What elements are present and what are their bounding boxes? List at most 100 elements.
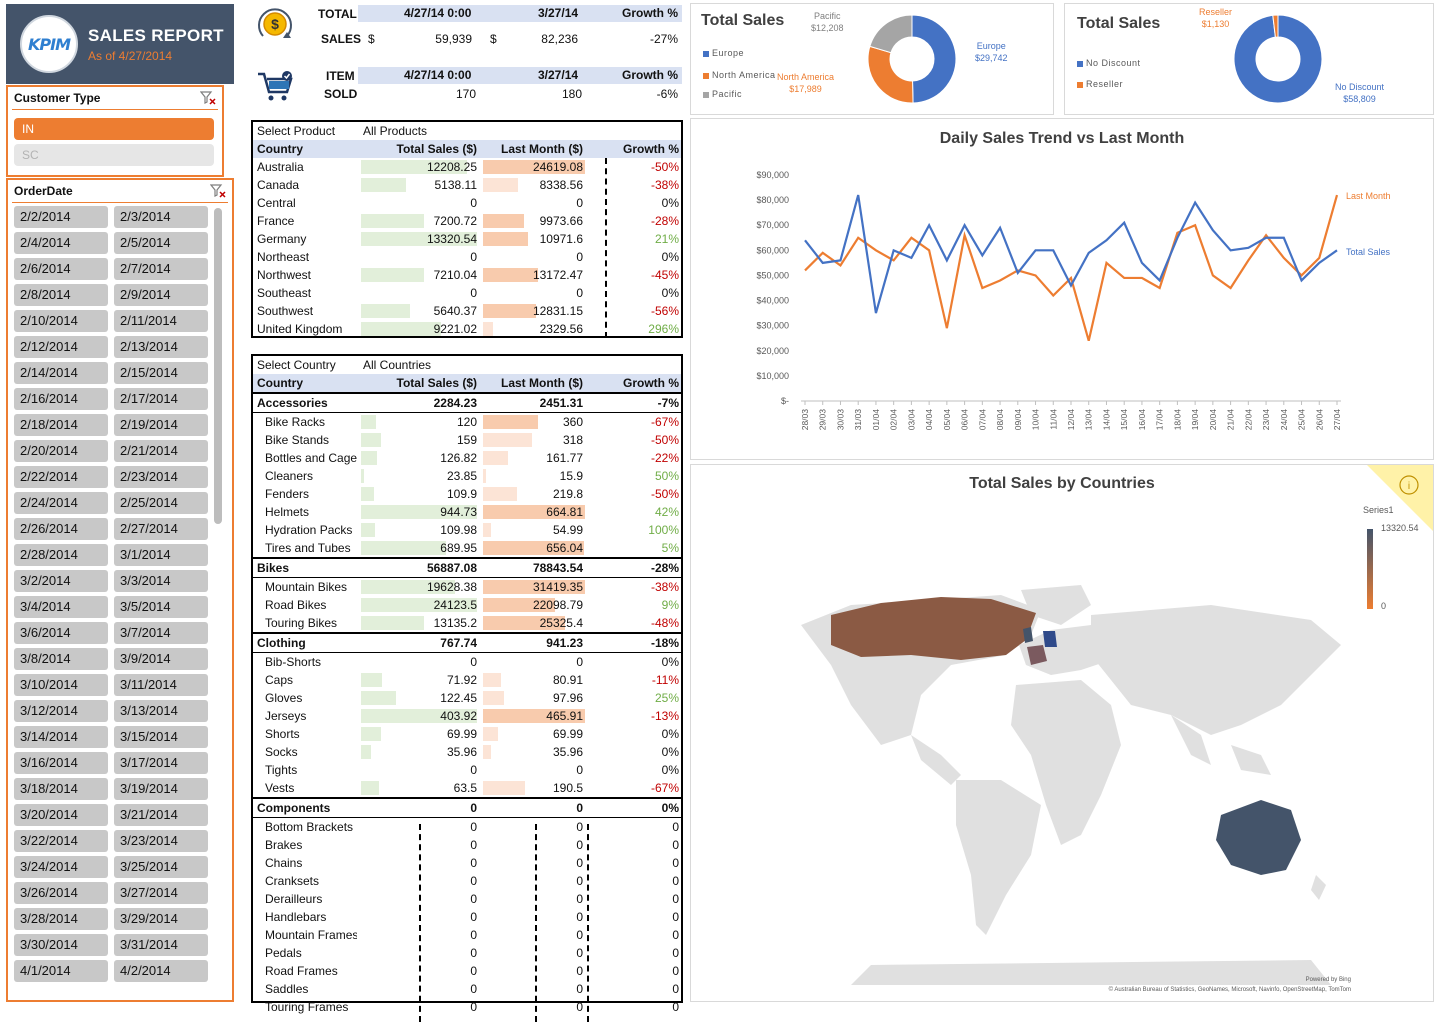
x-tick-label: 22/04 [1243,409,1253,431]
order-date-item[interactable]: 2/28/2014 [14,544,108,566]
order-date-item[interactable]: 3/15/2014 [114,726,208,748]
x-tick-label: 06/04 [960,409,970,431]
order-date-item[interactable]: 3/18/2014 [14,778,108,800]
table-row: Bike Stands 159 318 -50% [253,431,681,449]
order-date-item[interactable]: 3/29/2014 [114,908,208,930]
data-label-reseller: Reseller $1,130 [1199,7,1233,29]
table-row: Australia 12208.25 24619.08 -50% [253,158,681,176]
order-date-item[interactable]: 3/4/2014 [14,596,108,618]
order-date-item[interactable]: 2/11/2014 [114,310,208,332]
order-date-item[interactable]: 2/15/2014 [114,362,208,384]
x-tick-label: 27/04 [1332,409,1342,431]
order-date-item[interactable]: 2/23/2014 [114,466,208,488]
clear-filter-icon[interactable] [200,91,216,105]
order-date-item[interactable]: 2/8/2014 [14,284,108,306]
order-date-item[interactable]: 3/9/2014 [114,648,208,670]
last-month-value: 161.77 [546,451,583,465]
order-date-item[interactable]: 3/11/2014 [114,674,208,696]
order-date-item[interactable]: 3/17/2014 [114,752,208,774]
svg-text:i: i [1408,481,1410,492]
order-date-item[interactable]: 3/26/2014 [14,882,108,904]
svg-text:$: $ [271,16,279,32]
order-date-item[interactable]: 3/10/2014 [14,674,108,696]
total-sales-value: 0 [470,286,477,300]
order-date-item[interactable]: 3/2/2014 [14,570,108,592]
order-date-item[interactable]: 2/27/2014 [114,518,208,540]
product-rows: Accessories 2284.23 2451.31 -7% Bike Racks 12… [253,392,681,1016]
clear-filter-icon[interactable] [210,184,226,198]
x-tick-label: 01/04 [871,409,881,431]
y-tick-label: $70,000 [756,220,789,230]
order-date-item[interactable]: 2/5/2014 [114,232,208,254]
order-date-item[interactable]: 2/26/2014 [14,518,108,540]
map-legend-max: 13320.54 [1381,523,1419,533]
order-date-item[interactable]: 2/16/2014 [14,388,108,410]
total-sales-value: 2284.23 [433,396,477,410]
kpi-sales-growth: -27% [649,32,678,46]
order-date-item[interactable]: 3/13/2014 [114,700,208,722]
order-date-item[interactable]: 2/3/2014 [114,206,208,228]
order-date-item[interactable]: 2/6/2014 [14,258,108,280]
order-date-item[interactable]: 3/22/2014 [14,830,108,852]
row-label: Shorts [265,727,300,741]
table-row: Bottom Brackets 0 0 0 [253,818,681,836]
total-sales-value: 120 [456,415,477,429]
order-date-item[interactable]: 2/17/2014 [114,388,208,410]
order-date-item[interactable]: 2/18/2014 [14,414,108,436]
order-date-item[interactable]: 3/3/2014 [114,570,208,592]
x-tick-label: 28/03 [800,409,810,431]
order-date-item[interactable]: 2/19/2014 [114,414,208,436]
order-date-item[interactable]: 2/10/2014 [14,310,108,332]
order-date-item[interactable]: 4/1/2014 [14,960,108,982]
row-label: Fenders [265,487,310,501]
order-date-item[interactable]: 4/2/2014 [114,960,208,982]
order-date-item[interactable]: 2/22/2014 [14,466,108,488]
order-date-item[interactable]: 3/5/2014 [114,596,208,618]
order-date-item[interactable]: 2/21/2014 [114,440,208,462]
order-date-item[interactable]: 3/27/2014 [114,882,208,904]
order-date-item[interactable]: 3/28/2014 [14,908,108,930]
x-tick-label: 31/03 [853,409,863,431]
order-date-item[interactable]: 3/12/2014 [14,700,108,722]
order-date-item[interactable]: 3/1/2014 [114,544,208,566]
order-date-item[interactable]: 2/20/2014 [14,440,108,462]
order-date-item[interactable]: 2/2/2014 [14,206,108,228]
map-legend-min: 0 [1381,601,1387,611]
order-date-item[interactable]: 2/13/2014 [114,336,208,358]
customer-type-in[interactable]: IN [14,118,214,140]
filter-value[interactable]: All Products [363,122,427,140]
order-date-item[interactable]: 3/6/2014 [14,622,108,644]
order-date-item[interactable]: 2/9/2014 [114,284,208,306]
order-date-item[interactable]: 2/25/2014 [114,492,208,514]
y-tick-label: $60,000 [756,245,789,255]
customer-type-sc[interactable]: SC [14,144,214,166]
order-date-item[interactable]: 3/31/2014 [114,934,208,956]
order-date-item[interactable]: 3/7/2014 [114,622,208,644]
slicer-scrollbar[interactable] [214,208,222,524]
order-date-item[interactable]: 3/16/2014 [14,752,108,774]
order-date-item[interactable]: 3/21/2014 [114,804,208,826]
order-date-item[interactable]: 3/25/2014 [114,856,208,878]
order-date-item[interactable]: 2/14/2014 [14,362,108,384]
order-date-item[interactable]: 3/24/2014 [14,856,108,878]
table-row: United Kingdom 9221.02 2329.56 296% [253,320,681,338]
info-corner[interactable]: i [1367,465,1433,531]
order-date-item[interactable]: 3/19/2014 [114,778,208,800]
category-row: Components 0 0 0% [253,797,681,818]
order-date-item[interactable]: 2/7/2014 [114,258,208,280]
order-date-item[interactable]: 2/24/2014 [14,492,108,514]
y-tick-label: $30,000 [756,321,789,331]
world-map[interactable] [791,585,1351,985]
order-date-item[interactable]: 3/30/2014 [14,934,108,956]
last-month-value: 0 [576,910,583,924]
row-label: Touring Frames [265,1000,349,1014]
filter-value[interactable]: All Countries [363,356,431,374]
last-month-value: 656.04 [546,541,583,555]
order-date-item[interactable]: 3/20/2014 [14,804,108,826]
order-date-item[interactable]: 3/8/2014 [14,648,108,670]
order-date-item[interactable]: 2/12/2014 [14,336,108,358]
total-sales-value: 63.5 [453,781,477,795]
order-date-item[interactable]: 3/23/2014 [114,830,208,852]
order-date-item[interactable]: 3/14/2014 [14,726,108,748]
order-date-item[interactable]: 2/4/2014 [14,232,108,254]
